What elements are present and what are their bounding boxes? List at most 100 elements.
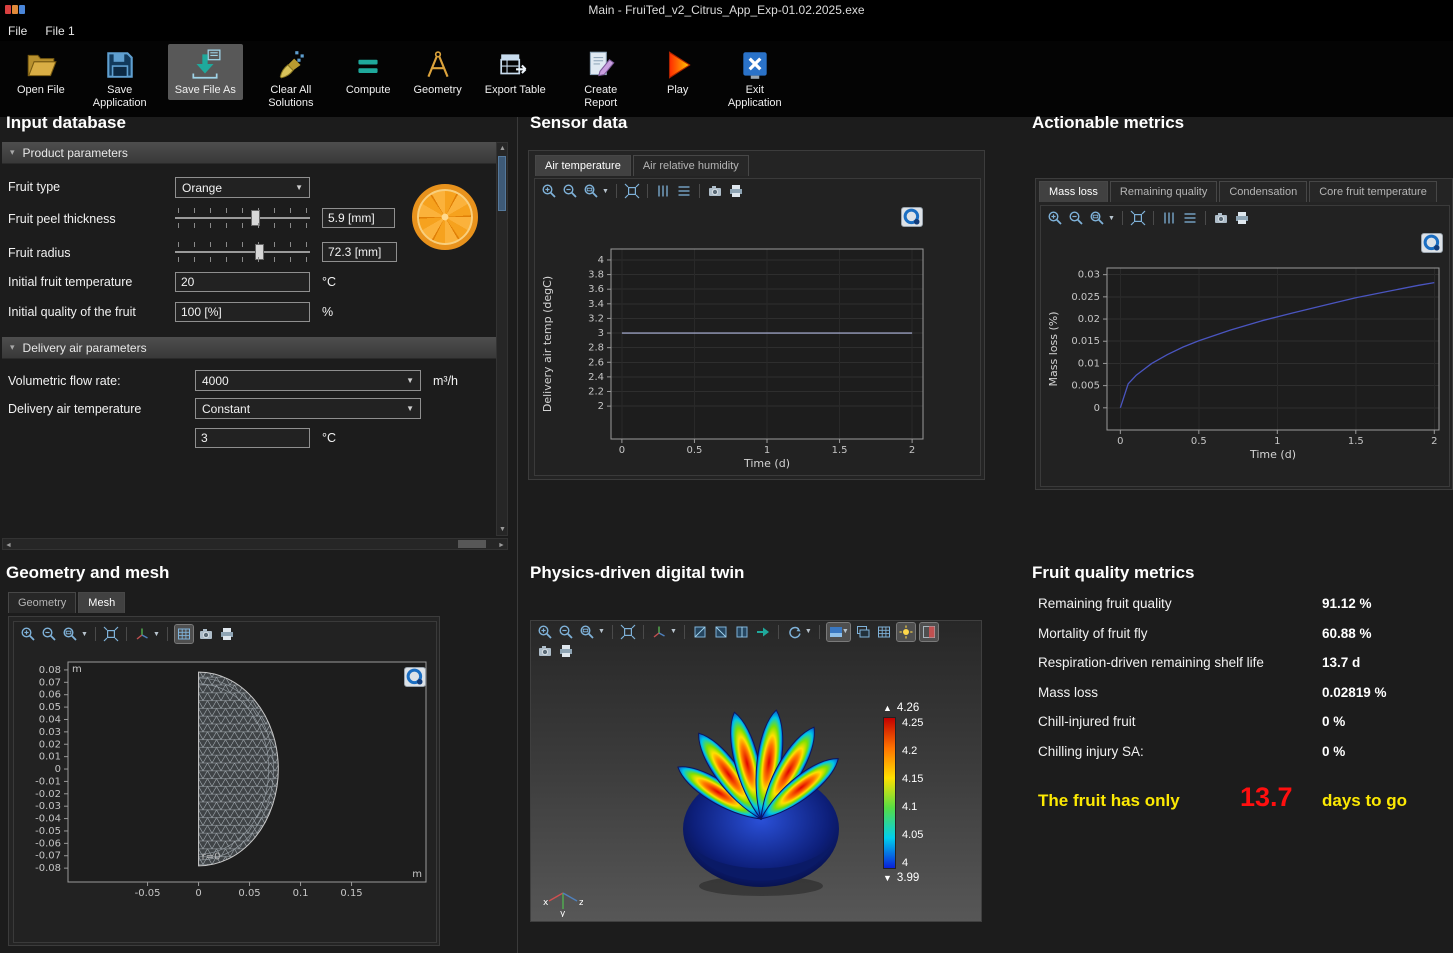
fruit-radius-value[interactable]: 72.3 [mm] [322, 242, 397, 262]
zoom-extents-icon[interactable] [1130, 210, 1146, 226]
x-grid-icon[interactable] [676, 183, 692, 199]
horizontal-scrollbar[interactable]: ◄ ► [2, 538, 508, 550]
scene-menu-caret-icon[interactable]: ▼ [842, 628, 849, 635]
play-button[interactable]: Play [649, 44, 707, 100]
print-icon[interactable] [728, 183, 744, 199]
flip-view-icon[interactable] [755, 624, 771, 640]
zoom-box-icon[interactable] [579, 624, 595, 640]
metrics-plot-toolbar: ▼ [1041, 206, 1449, 230]
table-grid-icon[interactable] [876, 624, 892, 640]
mesh-render-toggle-icon[interactable] [176, 626, 192, 642]
tab-air-relative-humidity[interactable]: Air relative humidity [633, 155, 749, 176]
scroll-left-icon[interactable]: ◄ [3, 540, 14, 551]
export-table-button[interactable]: Export Table [478, 44, 553, 100]
zoom-menu-caret-icon[interactable]: ▼ [598, 628, 605, 635]
y-grid-icon[interactable] [1161, 210, 1177, 226]
geometry-button[interactable]: Geometry [406, 44, 468, 100]
x-grid-icon[interactable] [1182, 210, 1198, 226]
zoom-out-icon[interactable] [41, 626, 57, 642]
tab-remaining-quality[interactable]: Remaining quality [1110, 181, 1217, 202]
menu-file-1[interactable]: File 1 [45, 24, 74, 38]
lighting-toggle-icon[interactable] [898, 624, 914, 640]
snapshot-camera-icon[interactable] [537, 643, 553, 659]
zoom-menu-caret-icon[interactable]: ▼ [1108, 215, 1115, 222]
fruit-radius-slider[interactable] [175, 239, 310, 265]
view-menu-caret-icon[interactable]: ▼ [153, 631, 160, 638]
zoom-in-icon[interactable] [541, 183, 557, 199]
delivery-temp-value-input[interactable]: 3 [195, 428, 310, 448]
scroll-right-icon[interactable]: ► [496, 540, 507, 551]
view-menu-caret-icon[interactable]: ▼ [670, 628, 677, 635]
tab-air-temperature[interactable]: Air temperature [535, 155, 631, 176]
compute-button[interactable]: Compute [339, 44, 398, 100]
digital-twin-heading: Physics-driven digital twin [530, 563, 744, 583]
tab-core-fruit-temperature[interactable]: Core fruit temperature [1309, 181, 1437, 202]
vertical-scrollbar[interactable]: ▲ ▼ [496, 142, 508, 536]
menu-file[interactable]: File [8, 24, 27, 38]
snapshot-camera-icon[interactable] [1213, 210, 1229, 226]
fruit-type-select[interactable]: Orange ▼ [175, 177, 310, 198]
delivery-air-parameters-header[interactable]: ▾ Delivery air parameters [2, 337, 497, 359]
open-file-button[interactable]: Open File [10, 44, 72, 100]
flow-rate-select[interactable]: 4000 ▼ [195, 370, 421, 391]
zoom-extents-icon[interactable] [620, 624, 636, 640]
horizontal-scroll-thumb[interactable] [458, 540, 486, 548]
comsol-logo-button[interactable] [901, 207, 923, 227]
save-application-button[interactable]: Save Application [81, 44, 159, 113]
zoom-menu-caret-icon[interactable]: ▼ [81, 631, 88, 638]
print-icon[interactable] [219, 626, 235, 642]
comsol-logo-button[interactable] [1421, 233, 1443, 253]
snapshot-camera-icon[interactable] [198, 626, 214, 642]
peel-thickness-value[interactable]: 5.9 [mm] [322, 208, 395, 228]
plane-yz-icon[interactable] [713, 624, 729, 640]
zoom-box-icon[interactable] [1089, 210, 1105, 226]
zoom-out-icon[interactable] [1068, 210, 1084, 226]
zoom-extents-icon[interactable] [103, 626, 119, 642]
tab-condensation[interactable]: Condensation [1219, 181, 1307, 202]
view-orientation-icon[interactable] [651, 624, 667, 640]
zoom-out-icon[interactable] [562, 183, 578, 199]
tab-geometry[interactable]: Geometry [8, 592, 76, 613]
mesh-plot[interactable]: -0.0500.050.10.150.080.070.060.050.040.0… [14, 646, 436, 940]
product-parameters-header[interactable]: ▾ Product parameters [2, 142, 497, 164]
scroll-up-icon[interactable]: ▲ [497, 143, 508, 154]
plane-xz-icon[interactable] [734, 624, 750, 640]
zoom-box-icon[interactable] [583, 183, 599, 199]
legend-tick-labels: 4.254.24.154.14.054 [902, 717, 923, 869]
comsol-logo-button[interactable] [404, 667, 426, 687]
initial-quality-input[interactable]: 100 [%] [175, 302, 310, 322]
snapshot-camera-icon[interactable] [707, 183, 723, 199]
zoom-box-icon[interactable] [62, 626, 78, 642]
zoom-extents-icon[interactable] [624, 183, 640, 199]
zoom-menu-caret-icon[interactable]: ▼ [602, 188, 609, 195]
digital-twin-panel[interactable]: ▼ ▼ ▼ ▼ [530, 620, 982, 922]
tab-mesh[interactable]: Mesh [78, 592, 125, 613]
fruit-3d-visualization[interactable] [646, 676, 876, 906]
exit-application-button[interactable]: Exit Application [716, 44, 794, 113]
tab-mass-loss[interactable]: Mass loss [1039, 181, 1108, 202]
initial-temp-input[interactable]: 20 [175, 272, 310, 292]
mass-loss-chart[interactable]: 00.511.5200.0050.010.0150.020.0250.03Tim… [1041, 230, 1449, 484]
plane-xy-icon[interactable] [692, 624, 708, 640]
clear-all-solutions-button[interactable]: Clear All Solutions [252, 44, 330, 113]
print-icon[interactable] [558, 643, 574, 659]
legend-tick-label: 4.1 [902, 801, 923, 813]
rotate-view-icon[interactable] [786, 624, 802, 640]
scroll-down-icon[interactable]: ▼ [497, 524, 508, 535]
print-icon[interactable] [1234, 210, 1250, 226]
delivery-temp-select[interactable]: Constant ▼ [195, 398, 421, 419]
layers-icon[interactable] [855, 624, 871, 640]
zoom-in-icon[interactable] [1047, 210, 1063, 226]
rotate-menu-caret-icon[interactable]: ▼ [805, 628, 812, 635]
zoom-in-icon[interactable] [20, 626, 36, 642]
clip-plane-toggle-icon[interactable] [921, 624, 937, 640]
zoom-out-icon[interactable] [558, 624, 574, 640]
view-orientation-icon[interactable] [134, 626, 150, 642]
zoom-in-icon[interactable] [537, 624, 553, 640]
peel-thickness-slider[interactable] [175, 205, 310, 231]
vertical-scroll-thumb[interactable] [498, 156, 506, 211]
sensor-chart[interactable]: 00.511.5222.22.42.62.833.23.43.63.84Time… [535, 203, 980, 473]
create-report-button[interactable]: Create Report [562, 44, 640, 113]
y-grid-icon[interactable] [655, 183, 671, 199]
save-file-as-button[interactable]: Save File As [168, 44, 243, 100]
